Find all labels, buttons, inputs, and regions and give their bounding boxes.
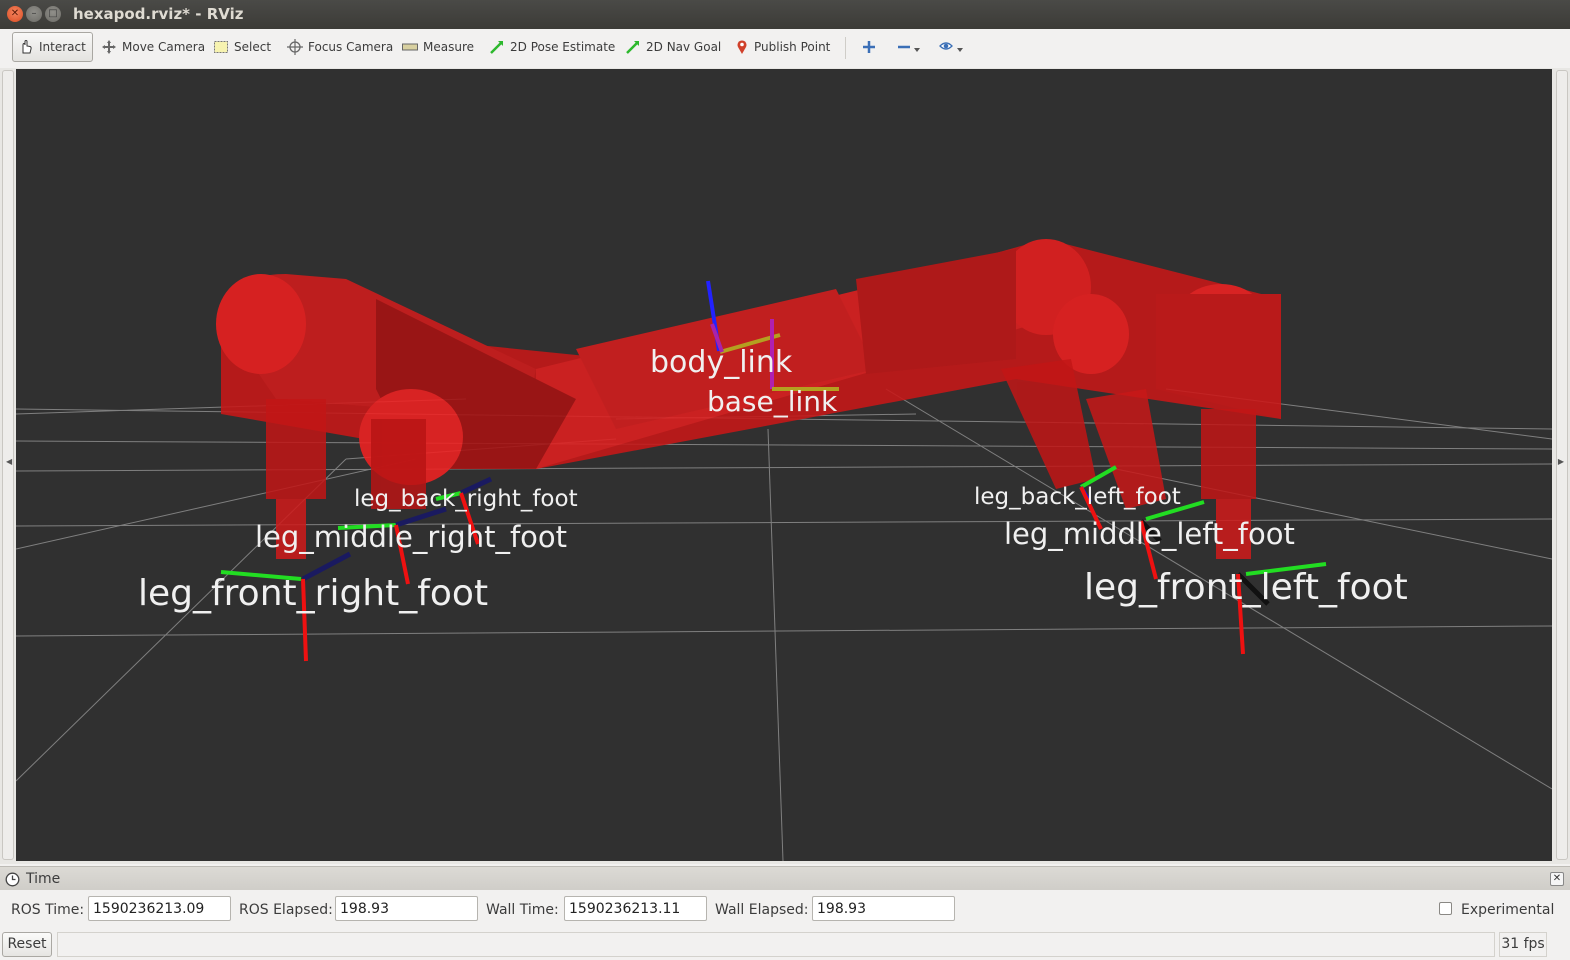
- ros-elapsed-label: ROS Elapsed:: [239, 902, 333, 918]
- ground-grid: [16, 388, 1552, 861]
- minus-icon: [898, 45, 920, 52]
- measure-label: Measure: [423, 40, 474, 54]
- green-arrow-icon: [490, 41, 503, 54]
- experimental-checkbox[interactable]: [1439, 902, 1452, 915]
- minimize-window-button[interactable]: –: [26, 6, 42, 22]
- left-dock-collapse-handle[interactable]: ◀: [2, 70, 14, 860]
- frame-label-leg-back-right-foot: leg_back_right_foot: [354, 486, 578, 512]
- collapse-right-arrow-icon: ▶: [1557, 457, 1564, 466]
- window-title: hexapod.rviz* - RViz: [73, 5, 244, 23]
- measure-tool-button[interactable]: Measure: [397, 32, 479, 62]
- move-camera-label: Move Camera: [122, 40, 206, 54]
- eye-icon: [939, 42, 963, 52]
- 3d-viewport[interactable]: body_link base_link leg_back_right_foot …: [16, 69, 1552, 861]
- focus-camera-label: Focus Camera: [308, 40, 394, 54]
- publish-point-tool-button[interactable]: Publish Point: [730, 32, 835, 62]
- nav-goal-tool-button[interactable]: 2D Nav Goal: [620, 32, 726, 62]
- frame-label-leg-back-left-foot: leg_back_left_foot: [974, 484, 1181, 510]
- time-panel-fields: ROS Time: 1590236213.09 ROS Elapsed: 198…: [0, 890, 1570, 928]
- toolbar-separator: [845, 37, 846, 59]
- add-tool-button[interactable]: [857, 32, 881, 62]
- green-arrow-icon: [626, 41, 639, 54]
- ros-time-field[interactable]: 1590236213.09: [88, 896, 231, 921]
- close-window-button[interactable]: ✕: [7, 6, 23, 22]
- clock-icon: [5, 872, 20, 887]
- ruler-icon: [402, 43, 418, 51]
- status-bar: [57, 932, 1495, 957]
- nav-goal-label: 2D Nav Goal: [646, 40, 722, 54]
- wall-elapsed-field[interactable]: 198.93: [812, 896, 955, 921]
- close-icon: ✕: [1552, 873, 1562, 884]
- frame-label-base-link: base_link: [707, 385, 838, 418]
- frame-label-leg-front-right-foot: leg_front_right_foot: [138, 573, 489, 614]
- scene-render: [16, 239, 1552, 861]
- select-tool-button[interactable]: Select: [208, 32, 276, 62]
- focus-camera-tool-button[interactable]: Focus Camera: [282, 32, 398, 62]
- frame-label-leg-middle-left-foot: leg_middle_left_foot: [1004, 517, 1295, 551]
- publish-point-label: Publish Point: [754, 40, 831, 54]
- visibility-dropdown[interactable]: [934, 32, 972, 62]
- pose-estimate-tool-button[interactable]: 2D Pose Estimate: [484, 32, 620, 62]
- window-titlebar: ✕ – □ hexapod.rviz* - RViz: [0, 0, 1570, 29]
- right-dock-collapse-handle[interactable]: ▶: [1556, 70, 1568, 860]
- ros-elapsed-field[interactable]: 198.93: [335, 896, 478, 921]
- plus-icon: [863, 41, 875, 53]
- status-row: Reset 31 fps: [0, 928, 1570, 960]
- map-pin-icon: [737, 40, 747, 54]
- frame-label-leg-front-left-foot: leg_front_left_foot: [1084, 567, 1408, 608]
- select-label: Select: [234, 40, 272, 54]
- time-panel-header: Time ✕: [0, 866, 1570, 891]
- move-camera-tool-button[interactable]: Move Camera: [96, 32, 210, 62]
- collapse-left-arrow-icon: ◀: [6, 457, 13, 466]
- interact-tool-button[interactable]: Interact: [12, 32, 93, 62]
- experimental-label: Experimental: [1461, 902, 1555, 918]
- select-box-icon: [214, 41, 228, 53]
- toolbar: Interact Move Camera Select Focus Camera…: [0, 29, 1570, 69]
- fps-indicator: 31 fps: [1499, 932, 1547, 957]
- wall-time-label: Wall Time:: [486, 902, 559, 918]
- move-camera-icon: [102, 40, 116, 54]
- pose-estimate-label: 2D Pose Estimate: [510, 40, 616, 54]
- render-panel: ◀ ▶ body_link base_link leg_back_right_f…: [0, 68, 1570, 864]
- close-panel-button[interactable]: ✕: [1550, 872, 1564, 886]
- reset-button[interactable]: Reset: [2, 932, 52, 957]
- interact-label: Interact: [39, 40, 86, 54]
- frame-label-leg-middle-right-foot: leg_middle_right_foot: [255, 520, 568, 554]
- ros-time-label: ROS Time:: [11, 902, 85, 918]
- wall-time-field[interactable]: 1590236213.11: [564, 896, 707, 921]
- wall-elapsed-label: Wall Elapsed:: [715, 902, 809, 918]
- frame-label-body-link: body_link: [650, 345, 793, 380]
- time-panel-title: Time: [26, 871, 61, 887]
- remove-tool-dropdown[interactable]: [892, 32, 928, 62]
- hand-pointer-icon: [22, 39, 32, 54]
- crosshair-icon: [287, 39, 303, 55]
- maximize-window-button[interactable]: □: [45, 6, 61, 22]
